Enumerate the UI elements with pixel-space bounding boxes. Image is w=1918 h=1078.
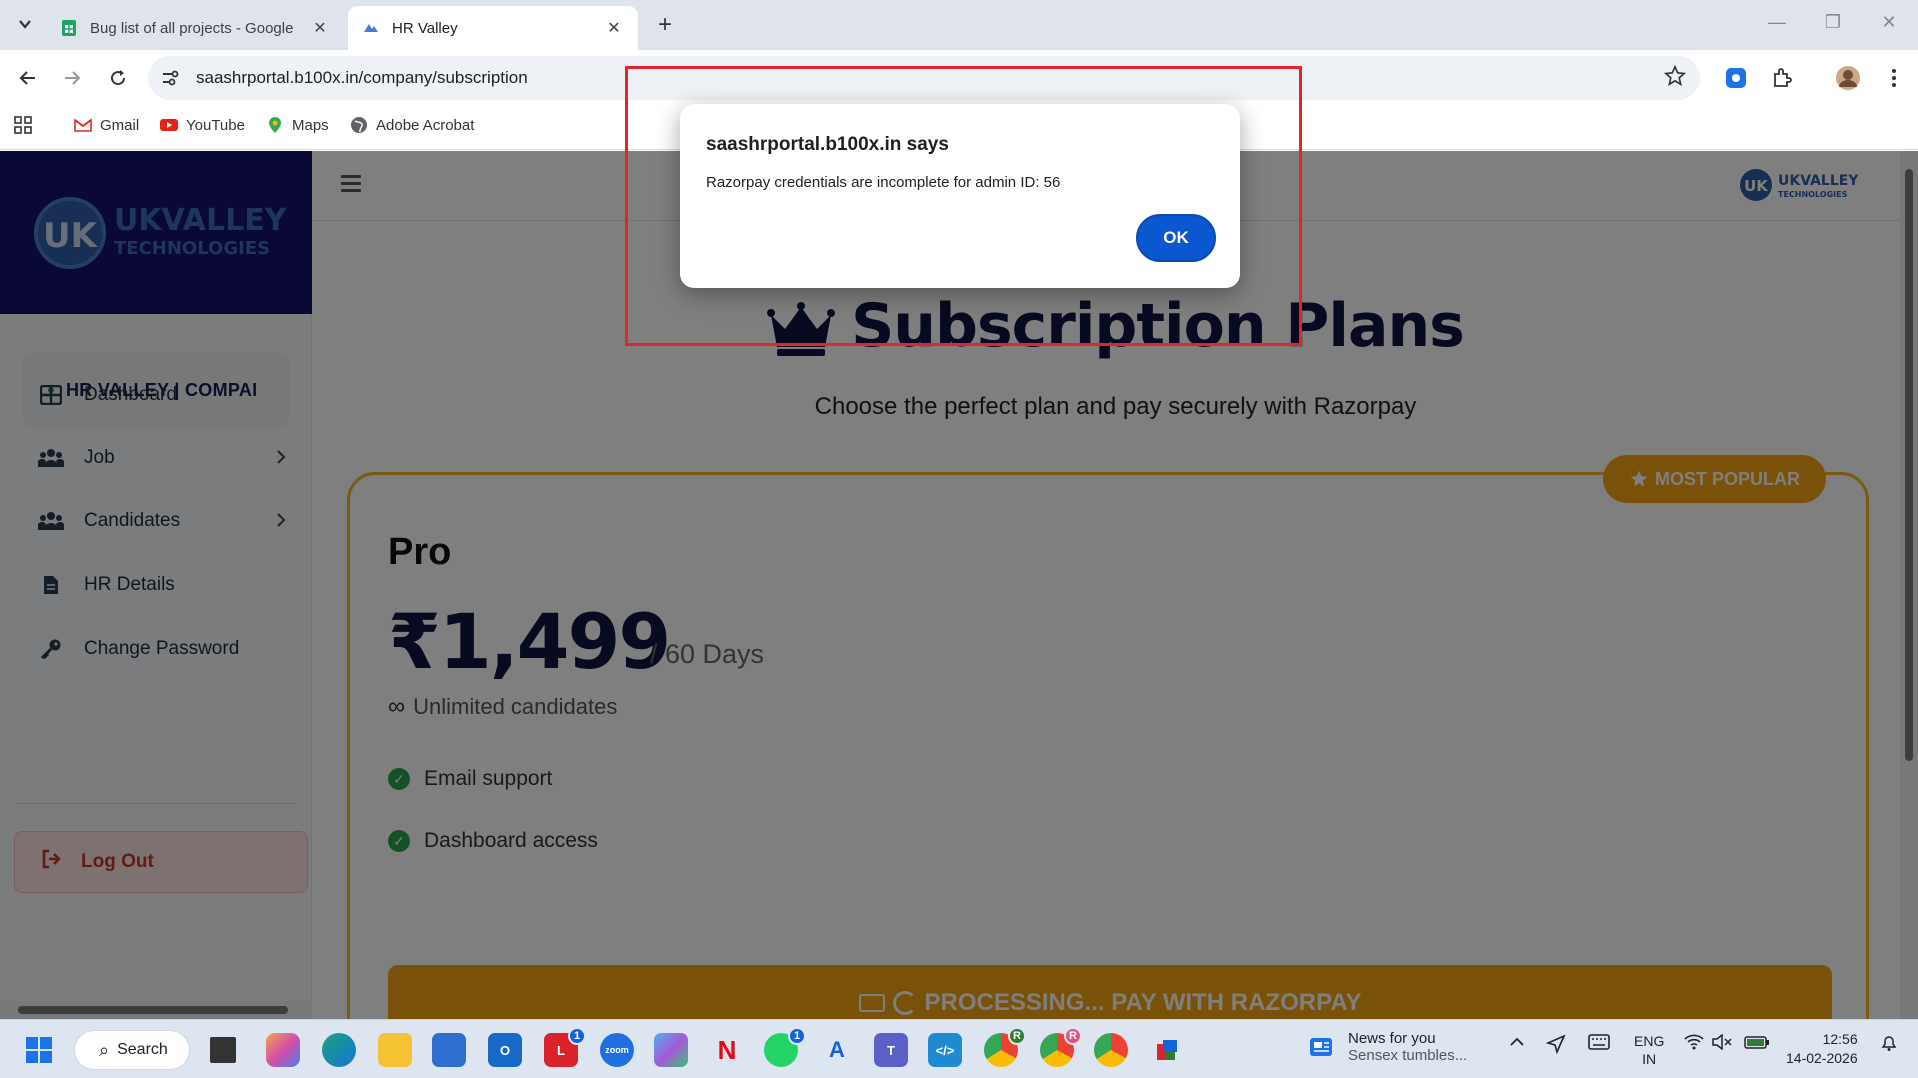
kebab-menu-icon xyxy=(1892,69,1896,87)
minimize-icon[interactable]: — xyxy=(1762,12,1792,33)
avatar xyxy=(1836,66,1860,90)
youtube-icon xyxy=(160,119,178,131)
copilot-icon[interactable] xyxy=(266,1033,300,1067)
language-code: ENG xyxy=(1634,1033,1665,1049)
menu-button[interactable] xyxy=(1880,64,1908,92)
news-title: News for you xyxy=(1348,1030,1436,1047)
search-icon: ⌕ xyxy=(99,1039,110,1060)
bookmark-label: Maps xyxy=(292,116,329,134)
extension-button[interactable] xyxy=(1722,64,1750,92)
task-view-icon[interactable] xyxy=(210,1037,236,1063)
news-widget[interactable]: News for you Sensex tumbles... xyxy=(1308,1030,1467,1064)
notification-badge: 1 xyxy=(788,1027,806,1045)
news-icon xyxy=(1310,1038,1332,1056)
tab-bug-list[interactable]: Bug list of all projects - Google ✕ xyxy=(46,6,344,50)
window-close-icon[interactable]: ✕ xyxy=(1874,12,1904,33)
chevron-down-icon xyxy=(19,20,31,29)
taskbar-search[interactable]: ⌕ Search xyxy=(74,1030,190,1070)
taskbar-search-label: Search xyxy=(117,1041,168,1058)
back-button[interactable] xyxy=(14,64,42,92)
bookmark-adobe[interactable]: Adobe Acrobat xyxy=(350,116,474,134)
notification-bell-icon[interactable] xyxy=(1880,1034,1898,1056)
teams-icon[interactable]: T xyxy=(874,1033,908,1067)
close-icon[interactable]: ✕ xyxy=(310,18,330,38)
extension-app-icon xyxy=(1726,68,1746,88)
apps-grid-icon xyxy=(14,116,32,134)
sheets-icon xyxy=(62,20,76,36)
lens-app-icon[interactable]: L1 xyxy=(544,1027,586,1067)
app-a-icon[interactable]: A xyxy=(820,1033,854,1067)
gmail-icon xyxy=(74,118,92,132)
tab-strip: Bug list of all projects - Google ✕ HR V… xyxy=(0,0,1918,50)
outlook-icon[interactable]: O xyxy=(488,1033,522,1067)
time: 12:56 xyxy=(1822,1031,1858,1047)
chrome-icon[interactable]: R xyxy=(1040,1027,1082,1067)
taskbar: ⌕ Search O L1 zoom N 1 A T </> R R News … xyxy=(0,1019,1918,1078)
chrome-icon[interactable] xyxy=(1094,1033,1128,1067)
bookmark-label: Adobe Acrobat xyxy=(376,116,475,134)
extensions-button[interactable] xyxy=(1768,64,1796,92)
forward-button[interactable] xyxy=(58,64,86,92)
windows-start-icon[interactable] xyxy=(22,1033,56,1067)
reload-icon xyxy=(111,70,126,86)
reload-button[interactable] xyxy=(104,64,132,92)
arrow-right-icon xyxy=(65,71,81,85)
url-text[interactable]: saashrportal.b100x.in/company/subscripti… xyxy=(196,68,528,88)
profile-badge: R xyxy=(1064,1027,1082,1045)
profile-avatar[interactable] xyxy=(1834,64,1862,92)
tab-title: Bug list of all projects - Google xyxy=(90,19,294,37)
hr-valley-favicon xyxy=(364,24,378,32)
zoom-icon[interactable]: zoom xyxy=(600,1033,634,1067)
vscode-icon[interactable]: </> xyxy=(928,1033,962,1067)
tab-title: HR Valley xyxy=(392,19,458,37)
speaker-muted-icon[interactable] xyxy=(1712,1033,1732,1054)
m365-icon[interactable] xyxy=(654,1033,688,1067)
chrome-icon[interactable]: R xyxy=(984,1027,1026,1067)
tab-hr-valley[interactable]: HR Valley ✕ xyxy=(348,6,638,50)
notification-badge: 1 xyxy=(568,1027,586,1045)
whatsapp-icon[interactable]: 1 xyxy=(764,1027,806,1067)
edge-icon[interactable] xyxy=(322,1033,356,1067)
file-explorer-icon[interactable] xyxy=(378,1033,412,1067)
battery-icon[interactable] xyxy=(1744,1034,1770,1054)
location-icon[interactable] xyxy=(1545,1034,1566,1058)
star-icon[interactable] xyxy=(1664,65,1686,87)
app-cube-icon[interactable] xyxy=(1150,1033,1184,1067)
bookmark-gmail[interactable]: Gmail xyxy=(74,116,139,134)
bookmark-youtube[interactable]: YouTube xyxy=(160,116,245,134)
bookmark-label: Gmail xyxy=(100,116,140,134)
maps-icon xyxy=(269,117,281,133)
news-subtitle: Sensex tumbles... xyxy=(1348,1047,1468,1064)
arrow-left-icon xyxy=(19,71,35,85)
netflix-icon[interactable]: N xyxy=(710,1033,744,1067)
keyboard-icon[interactable] xyxy=(1588,1034,1610,1054)
wifi-icon[interactable] xyxy=(1684,1034,1704,1054)
new-tab-button[interactable]: + xyxy=(652,12,678,38)
restore-icon[interactable]: ❐ xyxy=(1818,12,1848,33)
close-icon[interactable]: ✕ xyxy=(604,18,624,38)
globe-icon xyxy=(351,117,367,133)
site-info-icon[interactable] xyxy=(160,68,180,88)
clock[interactable]: 12:56 14-02-2026 xyxy=(1786,1030,1858,1068)
apps-button[interactable] xyxy=(14,116,32,134)
bookmark-maps[interactable]: Maps xyxy=(266,116,329,134)
profile-badge: R xyxy=(1008,1027,1026,1045)
highlight-box xyxy=(625,66,1302,346)
store-icon[interactable] xyxy=(432,1033,466,1067)
puzzle-icon xyxy=(1774,68,1792,87)
date: 14-02-2026 xyxy=(1786,1050,1858,1066)
region-code: IN xyxy=(1642,1051,1657,1067)
chevron-up-icon[interactable] xyxy=(1510,1034,1524,1051)
tab-search-button[interactable] xyxy=(10,9,40,39)
bookmark-label: YouTube xyxy=(186,116,245,134)
language-indicator[interactable]: ENG IN xyxy=(1634,1032,1664,1068)
